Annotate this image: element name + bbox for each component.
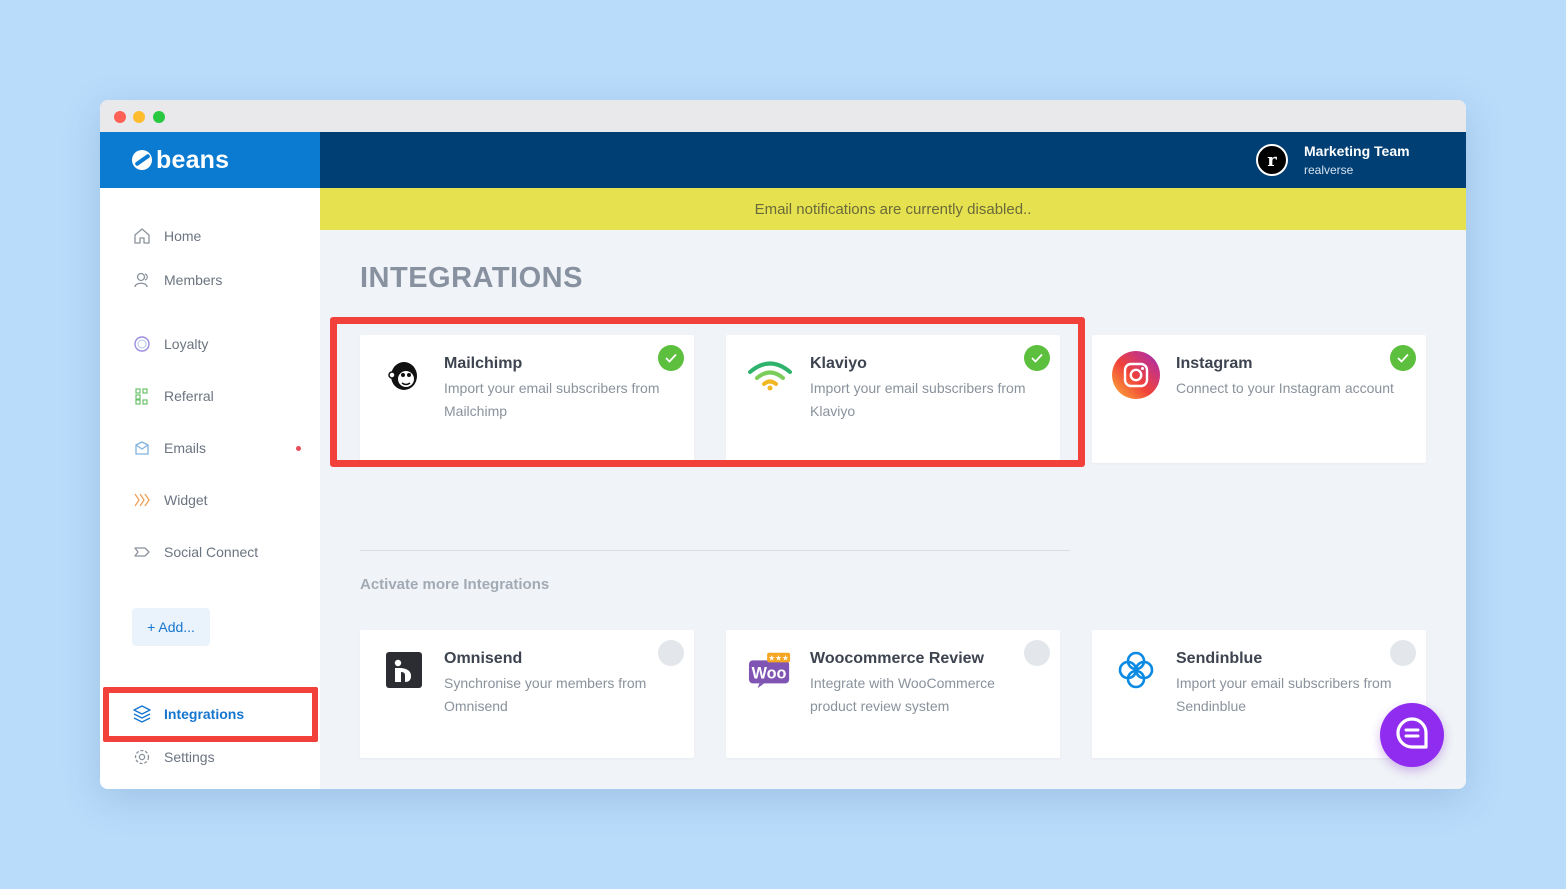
integration-description: Import your email subscribers from Sendi… — [1176, 675, 1392, 714]
home-icon — [132, 226, 152, 246]
window-titlebar — [100, 100, 1466, 132]
sidebar-item-loyalty[interactable]: Loyalty — [132, 332, 208, 356]
widget-icon — [132, 490, 152, 510]
sidebar-item-members[interactable]: Members — [132, 268, 222, 292]
integration-name: Omnisend — [444, 650, 523, 667]
close-window-button[interactable] — [114, 111, 126, 123]
maximize-window-button[interactable] — [153, 111, 165, 123]
activate-toggle[interactable] — [658, 640, 684, 666]
brand-logo[interactable]: beans — [100, 132, 320, 188]
woocommerce-logo-icon: ★★★ Woo — [748, 648, 792, 692]
section-title-more-integrations: Activate more Integrations — [360, 576, 550, 593]
integration-name: Woocommerce Review — [810, 650, 984, 667]
sidebar-item-label: Loyalty — [164, 336, 209, 352]
emails-icon — [132, 438, 152, 458]
integration-description: Integrate with WooCommerce product revie… — [810, 675, 995, 714]
avatar[interactable]: r — [1256, 144, 1288, 176]
brand-name: beans — [156, 145, 230, 174]
sidebar-item-label: Home — [164, 228, 202, 244]
check-icon[interactable] — [1390, 345, 1416, 371]
integration-name: Instagram — [1176, 355, 1253, 372]
sidebar-item-label: Social Connect — [164, 544, 259, 560]
activate-toggle[interactable] — [1024, 640, 1050, 666]
sidebar-item-label: Settings — [164, 749, 215, 765]
sidebar: beans Home Members Loyalty Referral Emai… — [100, 132, 320, 789]
sidebar-item-widget[interactable]: Widget — [132, 488, 208, 512]
integration-card-sendinblue[interactable]: Sendinblue Import your email subscribers… — [1092, 630, 1426, 758]
svg-text:★★★: ★★★ — [768, 653, 789, 662]
sidebar-item-label: Widget — [164, 492, 208, 508]
integration-description: Synchronise your members from Omnisend — [444, 675, 647, 714]
instagram-logo-icon — [1112, 351, 1160, 399]
beans-logo-icon — [132, 150, 152, 170]
integration-name: Sendinblue — [1176, 650, 1263, 667]
layers-icon — [132, 704, 152, 724]
account-team-name[interactable]: Marketing Team — [1304, 143, 1410, 159]
omnisend-logo-icon — [382, 648, 426, 692]
sidebar-item-settings[interactable]: Settings — [132, 745, 215, 769]
integration-card-woocommerce-review[interactable]: ★★★ Woo Woocommerce Review Integrate wit… — [726, 630, 1060, 758]
social-connect-icon — [132, 542, 152, 562]
sidebar-item-label: Emails — [164, 440, 207, 456]
app-window: beans Home Members Loyalty Referral Emai… — [100, 100, 1466, 789]
section-divider — [360, 550, 1070, 551]
integration-card-instagram[interactable]: Instagram Connect to your Instagram acco… — [1092, 335, 1426, 463]
sendinblue-logo-icon — [1114, 648, 1158, 692]
referral-icon — [132, 386, 152, 406]
minimize-window-button[interactable] — [133, 111, 145, 123]
chat-icon — [1394, 715, 1430, 756]
sidebar-item-label: Members — [164, 272, 223, 288]
sidebar-item-integrations[interactable]: Integrations — [112, 697, 308, 731]
sidebar-item-emails[interactable]: Emails — [132, 436, 206, 460]
integration-description: Connect to your Instagram account — [1176, 380, 1394, 396]
top-bar: r Marketing Team realverse — [320, 132, 1466, 188]
integration-card-omnisend[interactable]: Omnisend Synchronise your members from O… — [360, 630, 694, 758]
sidebar-item-label: Referral — [164, 388, 214, 404]
page-title: INTEGRATIONS — [360, 262, 583, 294]
emails-notification-badge — [296, 446, 301, 451]
activate-toggle[interactable] — [1390, 640, 1416, 666]
add-module-button[interactable]: + Add... — [132, 608, 210, 646]
loyalty-icon — [132, 334, 152, 354]
notification-banner: Email notifications are currently disabl… — [320, 188, 1466, 230]
gear-icon — [132, 747, 152, 767]
account-store-name: realverse — [1304, 163, 1354, 177]
sidebar-item-home[interactable]: Home — [132, 224, 201, 248]
woo-logo-text: Woo — [752, 665, 787, 683]
members-icon — [132, 270, 152, 290]
sidebar-item-label: Integrations — [164, 706, 245, 722]
chat-support-button[interactable] — [1380, 703, 1444, 767]
active-integrations-highlight-frame — [330, 317, 1085, 467]
sidebar-item-social-connect[interactable]: Social Connect — [132, 540, 258, 564]
notification-banner-text: Email notifications are currently disabl… — [754, 200, 1032, 218]
sidebar-item-referral[interactable]: Referral — [132, 384, 214, 408]
